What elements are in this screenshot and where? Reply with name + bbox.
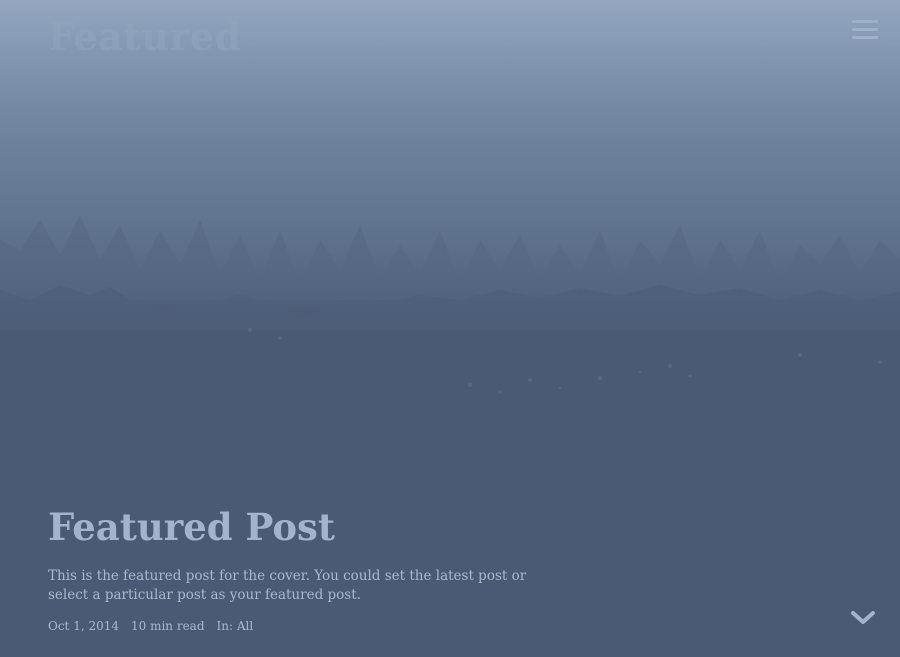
site-title[interactable]: Featured bbox=[48, 14, 242, 59]
post-meta: Oct 1, 2014 10 min read In: All bbox=[48, 619, 568, 633]
menu-line bbox=[852, 36, 878, 39]
post-title[interactable]: Featured Post bbox=[48, 505, 568, 549]
category-prefix: In: bbox=[216, 619, 234, 633]
hamburger-menu-icon[interactable] bbox=[852, 20, 878, 42]
forest-background-image bbox=[0, 0, 900, 394]
hero-cover: Featured Featured Post This is the featu… bbox=[0, 0, 900, 657]
menu-line bbox=[852, 28, 878, 31]
post-excerpt: This is the featured post for the cover.… bbox=[48, 568, 527, 603]
read-time: 10 min read bbox=[131, 619, 205, 633]
post-date: Oct 1, 2014 bbox=[48, 619, 119, 633]
featured-post: Featured Post This is the featured post … bbox=[48, 505, 568, 633]
menu-line bbox=[852, 20, 878, 23]
post-category: In: All bbox=[217, 619, 254, 633]
category-link[interactable]: All bbox=[237, 619, 253, 633]
chevron-down-icon[interactable] bbox=[850, 609, 876, 627]
